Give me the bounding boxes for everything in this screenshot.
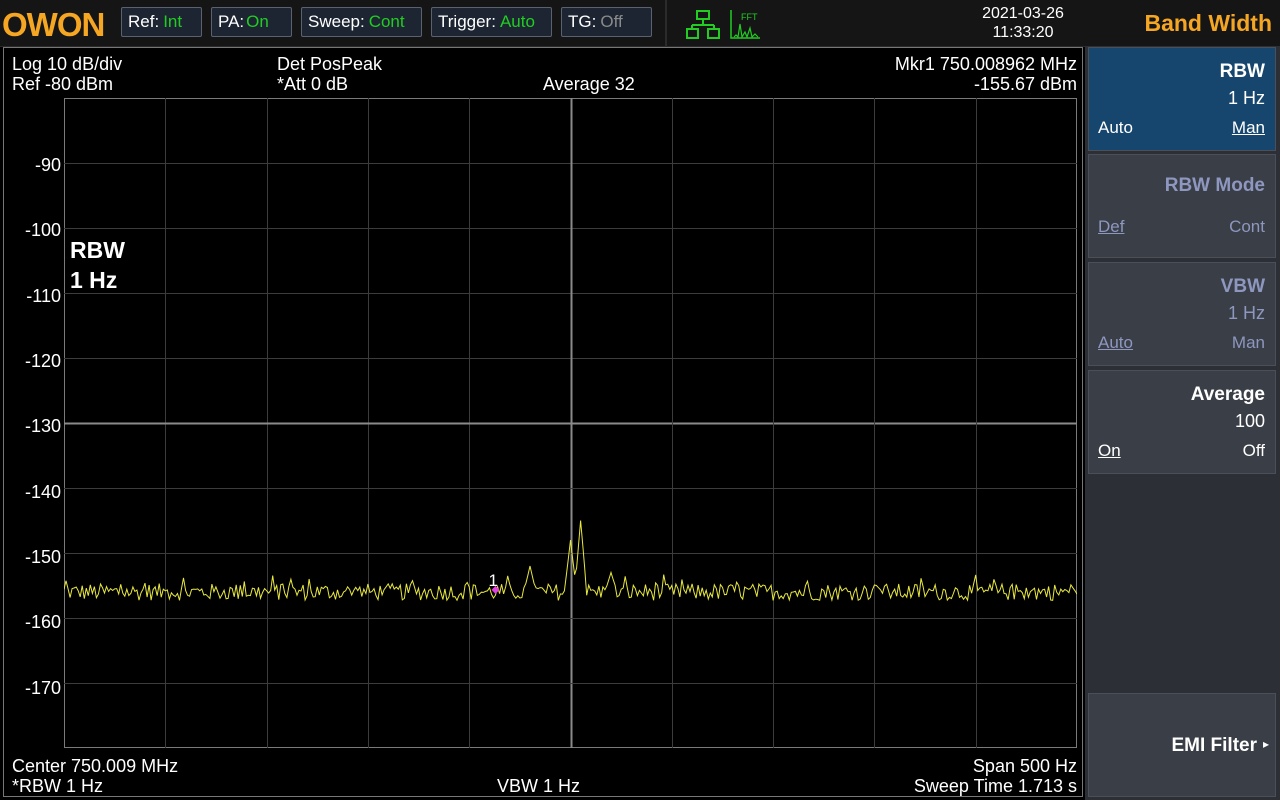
rbw-mode-title: RBW Mode <box>1164 175 1265 196</box>
marker-freq-text: Mkr1 750.008962 MHz <box>894 54 1077 74</box>
vbw-text: VBW 1 Hz <box>497 776 581 796</box>
rbw-man-option: Man <box>1231 118 1265 137</box>
owon-logo: OWON <box>2 6 105 41</box>
scale-text: Log 10 dB/div <box>12 54 123 74</box>
rbw-mode-def-option: Def <box>1098 217 1125 236</box>
span-text: Span 500 Hz <box>972 756 1077 776</box>
vbw-softkey-value: 1 Hz <box>1227 303 1265 323</box>
network-icon <box>686 10 720 39</box>
center-freq-text: Center 750.009 MHz <box>12 756 179 776</box>
pa-status[interactable]: PA: On <box>211 7 292 37</box>
rbw-text: *RBW 1 Hz <box>12 776 104 796</box>
average-on-option: On <box>1098 441 1121 460</box>
average-softkey-value: 100 <box>1234 411 1265 431</box>
marker-level-text: -155.67 dBm <box>973 74 1077 94</box>
submenu-arrow-icon: ▸ <box>1262 737 1269 751</box>
average-softkey-title: Average <box>1190 384 1265 405</box>
tg-status[interactable]: TG: Off <box>561 7 652 37</box>
ref-label: Ref: <box>128 12 160 31</box>
date-text: 2021-03-26 <box>982 5 1064 22</box>
fft-icon: FFT <box>730 10 760 39</box>
trigger-label: Trigger: <box>438 12 496 31</box>
menu-title: Band Width <box>1085 0 1280 46</box>
y-label: -100 <box>24 220 61 240</box>
sweep-status[interactable]: Sweep: Cont <box>301 7 422 37</box>
sweep-value: Cont <box>368 12 405 31</box>
time-text: 11:33:20 <box>992 24 1054 41</box>
y-label: -150 <box>24 547 61 567</box>
y-label: -160 <box>24 612 61 632</box>
sweep-time-text: Sweep Time 1.713 s <box>913 776 1077 796</box>
rbw-auto-option: Auto <box>1098 118 1133 137</box>
y-label: -140 <box>24 482 61 502</box>
header-divider <box>665 0 667 46</box>
ref-status[interactable]: Ref: Int <box>121 7 202 37</box>
trigger-status[interactable]: Trigger: Auto <box>431 7 552 37</box>
status-bar: OWON Ref: Int PA: On Sweep: Cont Trigger: Au… <box>0 0 1085 47</box>
rbw-overlay: RBW 1 Hz <box>70 235 125 295</box>
y-label: -90 <box>34 155 61 175</box>
sweep-label: Sweep: <box>308 12 365 31</box>
pa-value: On <box>246 12 269 31</box>
vbw-man-option: Man <box>1231 333 1265 352</box>
emi-filter-softkey[interactable]: EMI Filter ▸ <box>1088 693 1276 797</box>
ref-level-text: Ref -80 dBm <box>12 74 114 94</box>
tg-value: Off <box>600 12 623 31</box>
pa-label: PA: <box>218 12 245 31</box>
tg-label: TG: <box>568 12 597 31</box>
rbw-overlay-title: RBW <box>70 237 125 263</box>
average-off-option: Off <box>1242 441 1265 460</box>
vbw-softkey[interactable]: VBW 1 Hz Auto Man <box>1088 262 1276 366</box>
rbw-overlay-value: 1 Hz <box>70 267 118 293</box>
rbw-softkey[interactable]: RBW 1 Hz Auto Man <box>1088 47 1276 151</box>
rbw-softkey-value: 1 Hz <box>1227 88 1265 108</box>
fft-icon-label: FFT <box>741 12 758 22</box>
y-label: -130 <box>24 416 61 436</box>
y-label: -120 <box>24 351 61 371</box>
spectrum-plot[interactable]: 1 <box>64 98 1077 748</box>
vbw-auto-option: Auto <box>1098 333 1133 352</box>
marker-label: 1 <box>489 571 498 590</box>
detector-text: Det PosPeak <box>277 54 383 74</box>
rbw-softkey-title: RBW <box>1219 61 1265 82</box>
emi-filter-title: EMI Filter <box>1171 735 1257 756</box>
average-text: Average 32 <box>543 74 635 94</box>
ref-value: Int <box>163 12 183 31</box>
logo-text: OWON <box>2 6 104 41</box>
y-label: -170 <box>24 678 61 698</box>
softkey-panel: Band Width RBW 1 Hz Auto Man RBW Mode De… <box>1085 0 1280 800</box>
trigger-value: Auto <box>499 12 535 31</box>
y-label: -110 <box>26 286 61 306</box>
datetime: 2021-03-26 11:33:20 <box>960 4 1086 42</box>
rbw-mode-softkey[interactable]: RBW Mode Def Cont <box>1088 154 1276 258</box>
rbw-mode-cont-option: Cont <box>1229 217 1265 236</box>
attenuation-text: *Att 0 dB <box>277 74 349 94</box>
vbw-softkey-title: VBW <box>1220 276 1265 297</box>
average-softkey[interactable]: Average 100 On Off <box>1088 370 1276 474</box>
